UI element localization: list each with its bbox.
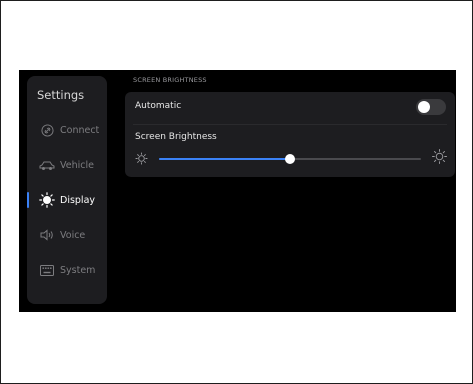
sidebar-item-label: System	[60, 264, 96, 276]
toggle-knob	[418, 101, 430, 113]
automatic-label: Automatic	[135, 101, 182, 111]
slider-thumb[interactable]	[285, 154, 295, 164]
sun-bright-icon	[432, 149, 447, 168]
sun-dim-icon	[135, 150, 148, 169]
sidebar-item-display[interactable]: Display	[27, 189, 107, 211]
sidebar-item-system[interactable]: System	[27, 259, 107, 281]
automatic-toggle[interactable]	[416, 99, 446, 115]
car-icon	[37, 158, 57, 172]
sidebar-item-label: Display	[60, 194, 96, 206]
sidebar-item-voice[interactable]: Voice	[27, 224, 107, 246]
brightness-card: Automatic Screen Brightness	[125, 92, 455, 177]
sidebar-item-connect[interactable]: Connect	[27, 119, 107, 141]
sidebar-item-label: Vehicle	[60, 159, 94, 171]
sidebar-item-label: Connect	[60, 124, 100, 136]
sidebar-item-vehicle[interactable]: Vehicle	[27, 154, 107, 176]
device-frame: Settings Connect Vehicle Display Voice S…	[0, 0, 473, 384]
section-title: SCREEN BRIGHTNESS	[133, 76, 207, 84]
slider-track[interactable]	[159, 154, 421, 164]
sidebar-item-label: Voice	[60, 229, 86, 241]
link-icon	[37, 123, 57, 137]
brightness-slider[interactable]	[133, 148, 447, 168]
keyboard-icon	[37, 263, 57, 277]
divider	[133, 124, 447, 125]
sidebar-title: Settings	[37, 88, 85, 102]
display-screen: Settings Connect Vehicle Display Voice S…	[19, 70, 456, 312]
speaker-icon	[37, 228, 57, 242]
slider-fill	[159, 158, 290, 160]
brightness-label: Screen Brightness	[135, 132, 217, 142]
settings-sidebar: Settings Connect Vehicle Display Voice S…	[27, 76, 107, 304]
sun-icon	[37, 192, 57, 208]
